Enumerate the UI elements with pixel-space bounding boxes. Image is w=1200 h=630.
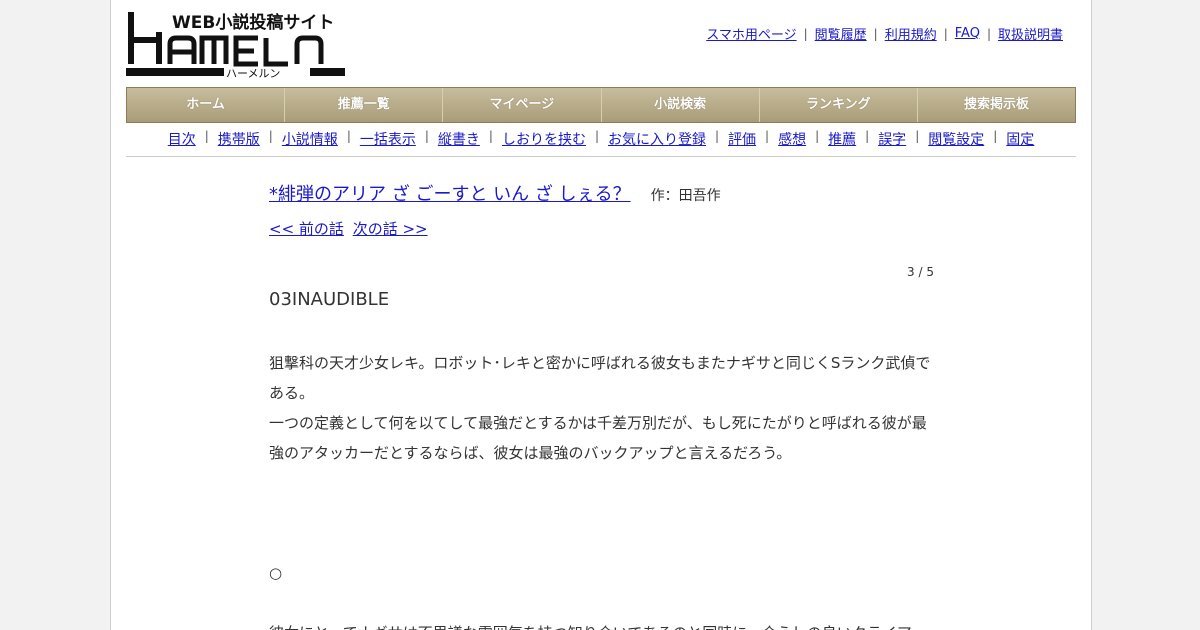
separator: | [803,26,808,41]
separator: | [943,26,948,41]
novel-title[interactable]: *緋弾のアリア ざ ごーすと いん ざ しぇる？ [269,180,631,206]
subnav-typo[interactable]: 誤字 [878,129,906,149]
chapter-title: 03INAUDIBLE [269,289,390,310]
scene-separator: ○ [269,564,283,582]
link-history[interactable]: 閲覧履歴 [815,24,867,43]
separator: | [986,26,991,41]
paragraph: 彼女にとってナギサは不思議な雰囲気を持つ知り合いであるのと同時に、合うしの良いク… [269,618,934,630]
logo-tagline: WEB小説投稿サイト [172,12,334,33]
novel-subnav: 目次 | 携帯版 | 小説情報 | 一括表示 | 縦書き | しおりを挟む | お気に入り登… [126,129,1076,157]
subnav-view-settings[interactable]: 閲覧設定 [928,129,984,149]
subnav-fixed[interactable]: 固定 [1006,129,1034,149]
subnav-reviews[interactable]: 感想 [778,129,806,149]
separator: | [204,129,209,143]
separator: | [715,129,720,143]
separator: | [488,129,493,143]
paragraph: 一つの定義として何を以てして最強だとするかは千差万別だが、もし死にたがりと呼ばれ… [269,414,927,462]
nav-search-board[interactable]: 捜索掲示板 [918,88,1075,122]
novel-content: *緋弾のアリア ざ ごーすと いん ざ しぇる？ 作：田吾作 << 前の話 次の… [269,180,934,630]
header-links: スマホ用ページ | 閲覧履歴 | 利用規約 | FAQ | 取扱説明書 [706,24,1063,43]
subnav-rating[interactable]: 評価 [728,129,756,149]
separator: | [873,26,878,41]
paragraph: 狙撃科の天才少女レキ。ロボット･レキと密かに呼ばれる彼女もまたナギサと同じくSラ… [269,354,931,402]
separator: | [424,129,429,143]
separator: | [915,129,920,143]
hameln-logo[interactable]: WEB小説投稿サイト ハーメルン [126,10,346,80]
link-faq[interactable]: FAQ [955,26,980,41]
link-manual[interactable]: 取扱説明書 [998,24,1063,43]
nav-novel-search[interactable]: 小説検索 [602,88,760,122]
separator: | [815,129,820,143]
separator: | [346,129,351,143]
link-smartphone[interactable]: スマホ用ページ [706,24,796,43]
subnav-show-all[interactable]: 一括表示 [360,129,416,149]
subnav-favorite[interactable]: お気に入り登録 [608,129,706,149]
subnav-bookmark[interactable]: しおりを挟む [502,129,586,149]
separator: | [765,129,770,143]
page-container: WEB小説投稿サイト ハーメルン スマホ用ページ | 閲覧履歴 | 利用規約 |… [110,0,1092,630]
logo-kana: ハーメルン [226,67,280,80]
separator: | [993,129,998,143]
subnav-toc[interactable]: 目次 [168,129,196,149]
page-count: 3 / 5 [907,265,934,279]
chapter-nav: << 前の話 次の話 >> [269,218,934,239]
author: 作：田吾作 [650,188,721,204]
subnav-mobile[interactable]: 携帯版 [218,129,260,149]
nav-recommendations[interactable]: 推薦一覧 [285,88,444,122]
chapter-body: 狙撃科の天才少女レキ。ロボット･レキと密かに呼ばれる彼女もまたナギサと同じくSラ… [269,348,934,630]
subnav-recommend[interactable]: 推薦 [828,129,856,149]
next-chapter-link[interactable]: 次の話 >> [353,220,428,238]
prev-chapter-link[interactable]: << 前の話 [269,220,344,238]
nav-mypage[interactable]: マイページ [443,88,602,122]
separator: | [865,129,870,143]
separator: | [594,129,599,143]
main-nav: ホーム 推薦一覧 マイページ 小説検索 ランキング 捜索掲示板 [126,87,1076,123]
subnav-vertical[interactable]: 縦書き [438,129,480,149]
title-row: *緋弾のアリア ざ ごーすと いん ざ しぇる？ 作：田吾作 [269,180,934,206]
separator: | [268,129,273,143]
link-terms[interactable]: 利用規約 [885,24,937,43]
subnav-novel-info[interactable]: 小説情報 [282,129,338,149]
nav-ranking[interactable]: ランキング [760,88,918,122]
nav-home[interactable]: ホーム [127,88,286,122]
